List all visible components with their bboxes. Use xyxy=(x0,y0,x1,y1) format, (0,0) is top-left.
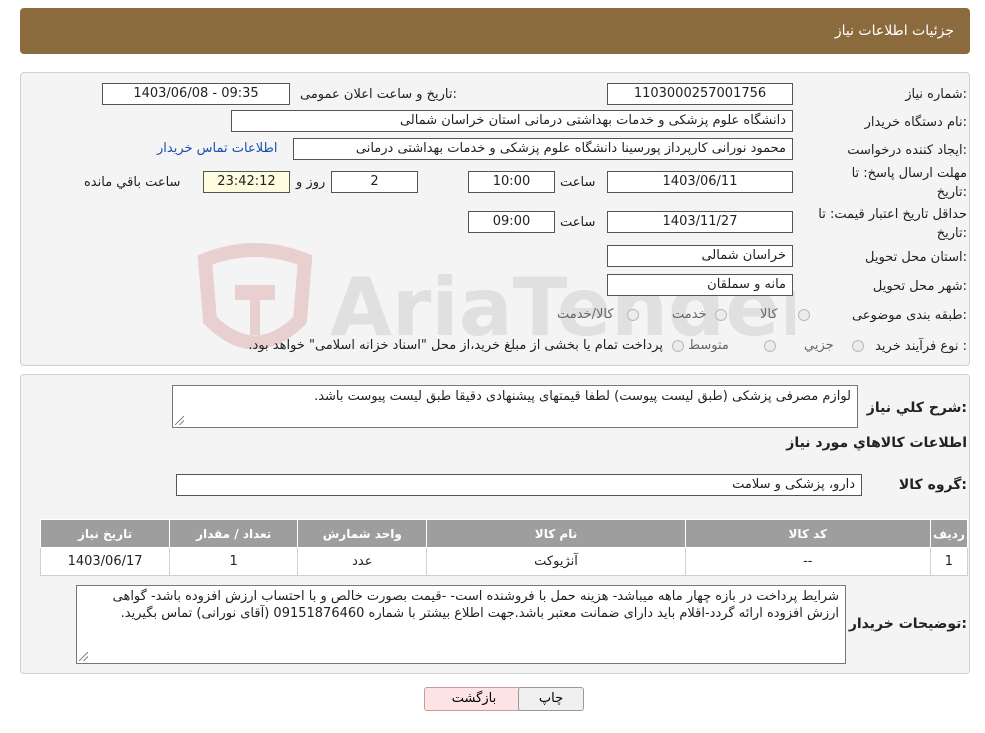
category-goods-text: کالا xyxy=(760,307,778,322)
goods-group-label: گروه کالا: xyxy=(898,477,967,493)
resize-handle-icon[interactable] xyxy=(79,652,88,661)
process-label: نوع فرآیند خرید : xyxy=(875,339,967,354)
deadline-time-field: 10:00 xyxy=(468,171,555,193)
process-note: پرداخت تمام یا بخشی از مبلغ خرید،از محل … xyxy=(248,338,663,353)
category-label: طبقه بندی موضوعی: xyxy=(851,308,967,323)
days-field: 2 xyxy=(331,171,418,193)
goods-section-title: اطلاعات كالاهاي مورد نياز xyxy=(786,435,967,451)
table-row: 1403/06/17 1 عدد آنژیوکت -- 1 xyxy=(39,547,969,576)
province-field: خراسان شمالی xyxy=(607,245,793,267)
deadline-date-field: 1403/06/11 xyxy=(607,171,793,193)
process-medium-radio[interactable] xyxy=(764,340,776,352)
remaining-label: ساعت باقي مانده xyxy=(84,175,181,190)
summary-label: شرح كلي نياز: xyxy=(866,400,967,416)
province-label: استان محل تحویل: xyxy=(865,250,967,265)
buyer-notes-text: شرایط پرداخت در بازه چهار ماهه میباشد- ه… xyxy=(112,589,839,621)
creator-label: ایجاد کننده درخواست: xyxy=(847,143,967,158)
city-field: مانه و سملقان xyxy=(607,274,793,296)
page-title: جزئیات اطلاعات نیاز xyxy=(834,23,954,39)
resize-handle-icon[interactable] xyxy=(175,416,184,425)
print-button[interactable]: چاپ xyxy=(518,687,584,711)
process-medium-text: متوسط xyxy=(688,338,729,353)
cell-quantity: 1 xyxy=(169,547,299,576)
validity-label: حداقل تاریخ اعتبار قیمت: تا xyxy=(818,207,967,222)
category-service-text: خدمت xyxy=(672,307,707,322)
buyer-org-label: نام دستگاه خریدار: xyxy=(864,115,967,130)
summary-text: لوازم مصرفی پزشکی (طبق لیست پیوست) لطفا … xyxy=(314,389,851,404)
deadline-label-date: تاریخ: xyxy=(936,185,967,200)
page-header: جزئیات اطلاعات نیاز xyxy=(20,8,970,54)
col-row: رديف xyxy=(929,519,969,548)
category-goods-radio[interactable] xyxy=(798,309,810,321)
category-both-text: کالا/خدمت xyxy=(557,307,614,322)
cell-name: آنژیوکت xyxy=(426,547,686,576)
cell-row: 1 xyxy=(929,547,969,576)
back-button[interactable]: بازگشت xyxy=(424,687,524,711)
col-name: نام کالا xyxy=(426,519,686,548)
need-number-field: 1103000257001756 xyxy=(607,83,793,105)
process-minor-radio[interactable] xyxy=(852,340,864,352)
cell-code: -- xyxy=(684,547,931,576)
days-label: روز و xyxy=(296,175,326,190)
validity-time-label: ساعت xyxy=(560,215,596,230)
validity-date-field: 1403/11/27 xyxy=(607,211,793,233)
validity-time-field: 09:00 xyxy=(468,211,555,233)
need-number-label: شماره نیاز: xyxy=(905,87,967,102)
category-service-radio[interactable] xyxy=(715,309,727,321)
creator-field: محمود نورانی کارپرداز پورسینا دانشگاه عل… xyxy=(293,138,793,160)
buyer-notes-label: توضیحات خریدار: xyxy=(848,616,967,632)
summary-textarea[interactable]: لوازم مصرفی پزشکی (طبق لیست پیوست) لطفا … xyxy=(172,385,858,428)
goods-group-field: دارو، پزشکی و سلامت xyxy=(176,474,862,496)
announce-label: تاریخ و ساعت اعلان عمومی: xyxy=(300,87,457,102)
announce-field: 1403/06/08 - 09:35 xyxy=(102,83,290,105)
buyer-notes-textarea[interactable]: شرایط پرداخت در بازه چهار ماهه میباشد- ه… xyxy=(76,585,846,664)
city-label: شهر محل تحویل: xyxy=(872,279,967,294)
col-need-date: تاریخ نیاز xyxy=(39,519,171,548)
buyer-contact-link[interactable]: اطلاعات تماس خریدار xyxy=(157,141,277,156)
col-quantity: تعداد / مقدار xyxy=(169,519,299,548)
deadline-label: مهلت ارسال پاسخ: تا xyxy=(851,166,967,181)
remaining-time-field: 23:42:12 xyxy=(203,171,290,193)
table-header-row: تاریخ نیاز تعداد / مقدار واحد شمارش نام … xyxy=(39,519,969,548)
goods-table: تاریخ نیاز تعداد / مقدار واحد شمارش نام … xyxy=(39,519,969,576)
col-code: کد کالا xyxy=(684,519,931,548)
category-both-radio[interactable] xyxy=(627,309,639,321)
deadline-time-label: ساعت xyxy=(560,175,596,190)
validity-label-date: تاریخ: xyxy=(936,226,967,241)
col-unit: واحد شمارش xyxy=(297,519,428,548)
process-minor-text: جزیي xyxy=(804,338,834,353)
treasury-checkbox[interactable] xyxy=(672,340,684,352)
cell-need-date: 1403/06/17 xyxy=(39,547,171,576)
buyer-org-field: دانشگاه علوم پزشکی و خدمات بهداشتی درمان… xyxy=(231,110,793,132)
cell-unit: عدد xyxy=(297,547,428,576)
